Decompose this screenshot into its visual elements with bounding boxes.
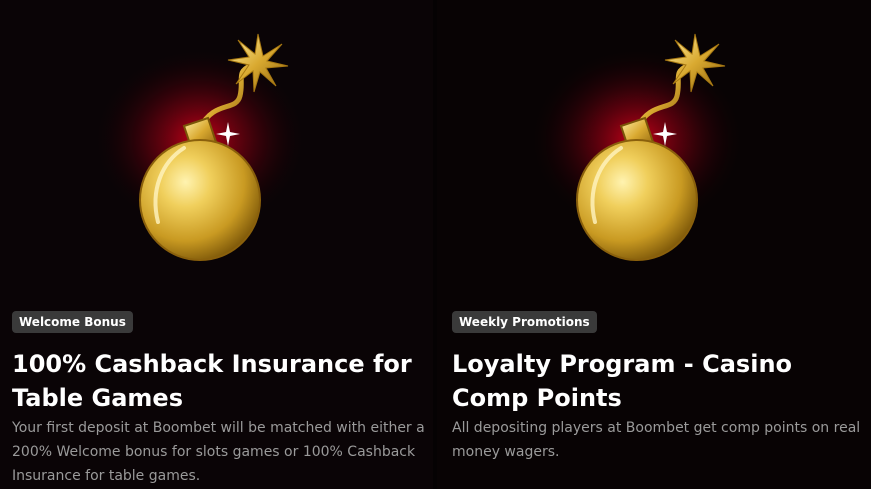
promotion-title[interactable]: 100% Cashback Insurance for Table Games	[12, 347, 427, 415]
promotion-card[interactable]: Weekly Promotions Loyalty Program - Casi…	[437, 0, 871, 489]
promotion-description: Your first deposit at Boombet will be ma…	[12, 420, 425, 484]
promotion-image	[437, 0, 871, 300]
promotions-grid: Welcome Bonus 100% Cashback Insurance fo…	[0, 0, 871, 489]
promotion-card[interactable]: Welcome Bonus 100% Cashback Insurance fo…	[0, 0, 433, 489]
promotion-category-badge: Welcome Bonus	[12, 311, 133, 333]
promotion-title[interactable]: Loyalty Program - Casino Comp Points	[452, 347, 867, 415]
promotion-image	[0, 0, 433, 300]
golden-bomb-icon	[437, 0, 871, 300]
promotion-description: All depositing players at Boombet get co…	[452, 420, 861, 460]
golden-bomb-icon	[0, 0, 433, 300]
promotion-category-badge: Weekly Promotions	[452, 311, 597, 333]
